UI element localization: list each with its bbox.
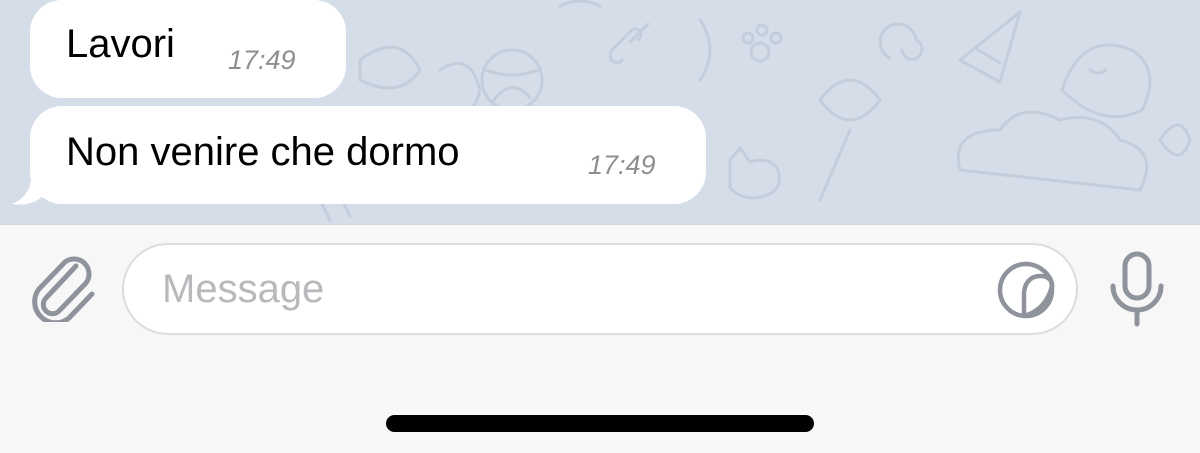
message-text: Non venire che dormo — [66, 130, 460, 174]
sticker-icon[interactable] — [994, 258, 1058, 322]
message-input[interactable] — [162, 263, 982, 315]
chat-area: Lavori 17:49 Non venire che dormo 17:49 — [0, 0, 1200, 224]
home-indicator[interactable] — [386, 415, 814, 432]
message-text: Lavori — [66, 22, 175, 66]
message-time: 17:49 — [228, 45, 296, 75]
message-bubble[interactable]: Non venire che dormo 17:49 — [30, 106, 706, 204]
message-bubble[interactable]: Lavori 17:49 — [30, 0, 346, 98]
message-time: 17:49 — [588, 150, 656, 180]
microphone-icon[interactable] — [1106, 250, 1168, 328]
paperclip-icon[interactable] — [30, 252, 98, 322]
message-field[interactable] — [122, 243, 1078, 335]
